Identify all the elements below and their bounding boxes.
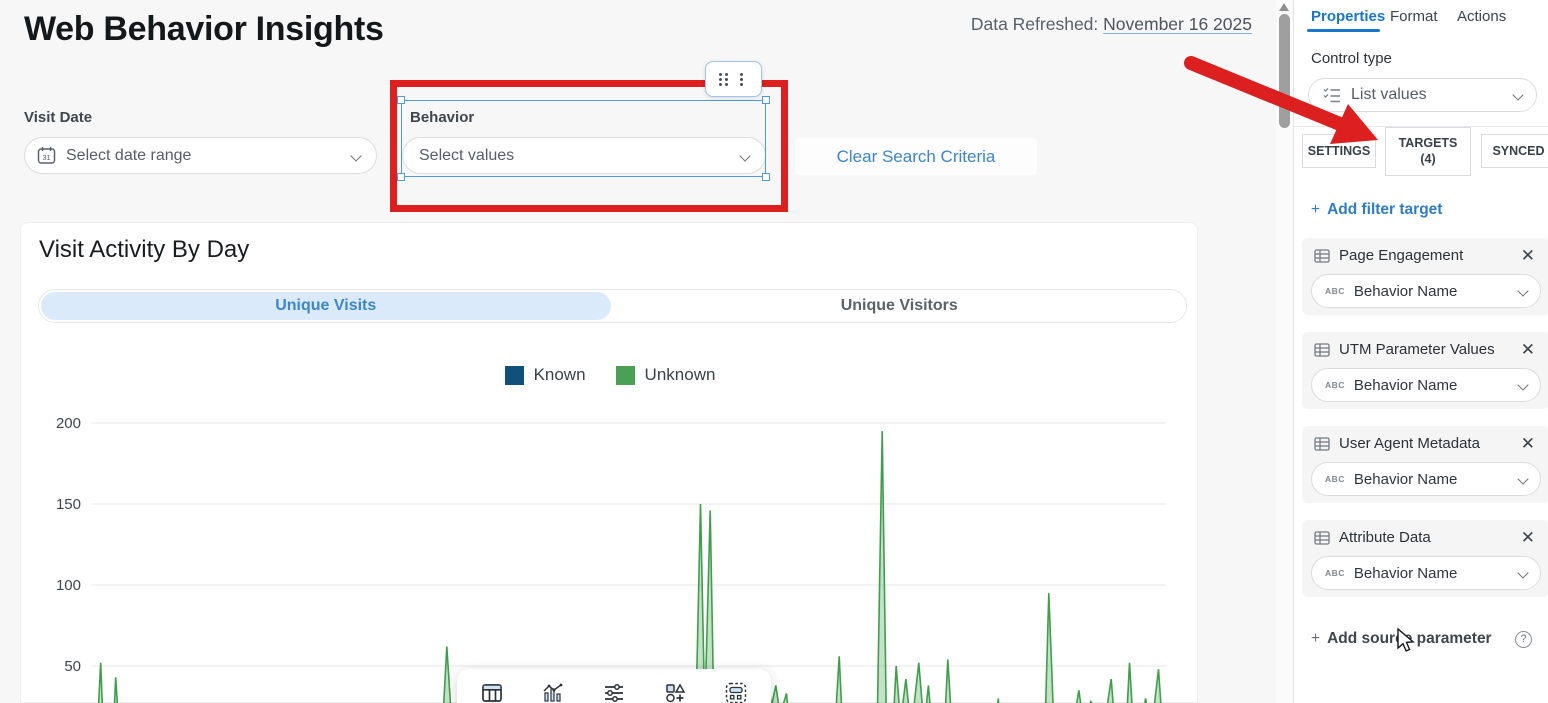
target-field-dropdown[interactable]: ABC Behavior Name: [1311, 462, 1541, 496]
chevron-down-icon: [350, 150, 361, 161]
calendar-icon: 31: [37, 146, 56, 165]
close-icon[interactable]: ✕: [1521, 247, 1535, 264]
chevron-down-icon: [1517, 473, 1528, 484]
chevron-down-icon: [1517, 285, 1528, 296]
kebab-menu-icon[interactable]: [740, 73, 743, 76]
behavior-placeholder: Select values: [419, 147, 514, 165]
page-title: Web Behavior Insights: [24, 10, 384, 49]
chart-gridlines: [91, 423, 1166, 666]
target-field-dropdown[interactable]: ABC Behavior Name: [1311, 556, 1541, 590]
close-icon[interactable]: ✕: [1521, 529, 1535, 546]
resize-handle-bottom-right[interactable]: [762, 173, 770, 181]
target-field-dropdown[interactable]: ABC Behavior Name: [1311, 274, 1541, 308]
target-card: Page Engagement ✕ ABC Behavior Name: [1302, 238, 1548, 315]
target-card: User Agent Metadata ✕ ABC Behavior Name: [1302, 426, 1548, 503]
properties-sidebar: Properties Format Actions Control type L…: [1293, 0, 1548, 703]
embed-icon[interactable]: [723, 680, 749, 703]
table-icon: [1314, 249, 1330, 263]
tab-settings[interactable]: SETTINGS: [1302, 134, 1376, 168]
target-name: Page Engagement: [1339, 247, 1463, 264]
target-field-value: Behavior Name: [1354, 471, 1457, 488]
svg-text:200: 200: [56, 415, 81, 432]
svg-text:50: 50: [64, 658, 81, 675]
target-field-value: Behavior Name: [1354, 565, 1457, 582]
resize-handle-top-right[interactable]: [762, 96, 770, 104]
target-card: UTM Parameter Values ✕ ABC Behavior Name: [1302, 332, 1548, 409]
active-tab-underline: [1307, 29, 1380, 32]
close-icon[interactable]: ✕: [1521, 341, 1535, 358]
app-frame: Web Behavior Insights Data Refreshed: No…: [0, 0, 1548, 703]
chevron-down-icon: [1517, 379, 1528, 390]
tab-format[interactable]: Format: [1390, 8, 1438, 25]
add-filter-target-label: Add filter target: [1327, 201, 1442, 218]
control-type-value: List values: [1351, 86, 1427, 104]
tab-targets-label: TARGETS: [1399, 136, 1458, 150]
visit-activity-area-chart[interactable]: 50 100 150 200: [21, 223, 1199, 703]
table-icon[interactable]: [479, 680, 505, 703]
chevron-down-icon: [1517, 567, 1528, 578]
visit-date-placeholder: Select date range: [66, 147, 191, 165]
data-refreshed-value[interactable]: November 16 2025: [1103, 14, 1252, 34]
plus-icon: +: [1311, 630, 1320, 647]
help-icon[interactable]: ?: [1515, 631, 1532, 648]
behavior-dropdown[interactable]: Select values: [402, 137, 766, 174]
list-values-icon: [1323, 87, 1341, 103]
target-field-value: Behavior Name: [1354, 283, 1457, 300]
area-series-unknown: [91, 431, 1166, 703]
tab-targets[interactable]: TARGETS (4): [1385, 127, 1471, 176]
drag-handle-icon[interactable]: [719, 73, 722, 76]
data-refreshed: Data Refreshed: November 16 2025: [852, 11, 1252, 37]
text-type-icon: ABC: [1325, 568, 1345, 578]
tab-properties[interactable]: Properties: [1311, 8, 1385, 25]
text-type-icon: ABC: [1325, 380, 1345, 390]
chevron-down-icon: [1512, 89, 1523, 100]
chevron-down-icon: [739, 150, 750, 161]
add-source-parameter-label: Add source parameter: [1327, 630, 1492, 647]
close-icon[interactable]: ✕: [1521, 435, 1535, 452]
text-type-icon: ABC: [1325, 286, 1345, 296]
resize-handle-bottom-left[interactable]: [397, 173, 405, 181]
target-name: UTM Parameter Values: [1339, 341, 1495, 358]
table-icon: [1314, 531, 1330, 545]
chart-y-axis-ticks: 50 100 150 200: [56, 415, 81, 675]
behavior-label: Behavior: [410, 109, 474, 126]
plus-icon: +: [1311, 201, 1320, 218]
svg-text:31: 31: [42, 153, 50, 162]
target-field-value: Behavior Name: [1354, 377, 1457, 394]
chart-icon[interactable]: [540, 680, 566, 703]
add-filter-target-button[interactable]: + Add filter target: [1311, 201, 1442, 219]
element-action-toolbar: [705, 61, 762, 97]
tab-synced[interactable]: SYNCED: [1481, 134, 1548, 168]
scroll-up-arrow[interactable]: [1279, 3, 1289, 11]
target-name: Attribute Data: [1339, 529, 1431, 546]
controls-icon[interactable]: [601, 680, 627, 703]
resize-handle-top-left[interactable]: [397, 96, 405, 104]
ui-elements-icon[interactable]: [662, 680, 688, 703]
target-name: User Agent Metadata: [1339, 435, 1480, 452]
target-field-dropdown[interactable]: ABC Behavior Name: [1311, 368, 1541, 402]
data-refreshed-label: Data Refreshed:: [971, 14, 1103, 34]
svg-text:150: 150: [56, 496, 81, 513]
add-source-parameter-button[interactable]: + Add source parameter: [1311, 630, 1492, 648]
control-type-dropdown[interactable]: List values: [1308, 78, 1537, 112]
svg-text:100: 100: [56, 577, 81, 594]
visit-date-label: Visit Date: [24, 109, 92, 126]
visit-date-dropdown[interactable]: 31 Select date range: [24, 137, 377, 174]
visit-activity-panel: Visit Activity By Day Unique Visits Uniq…: [20, 222, 1198, 703]
add-element-toolbar: [457, 669, 771, 703]
table-icon: [1314, 343, 1330, 357]
scrollbar-thumb[interactable]: [1279, 14, 1290, 128]
tab-targets-count: (4): [1420, 152, 1435, 166]
table-icon: [1314, 437, 1330, 451]
tab-actions[interactable]: Actions: [1457, 8, 1506, 25]
vertical-scrollbar[interactable]: [1276, 0, 1293, 703]
control-type-label: Control type: [1311, 50, 1392, 67]
text-type-icon: ABC: [1325, 474, 1345, 484]
clear-search-criteria-button[interactable]: Clear Search Criteria: [795, 138, 1037, 175]
target-card: Attribute Data ✕ ABC Behavior Name: [1302, 520, 1548, 597]
